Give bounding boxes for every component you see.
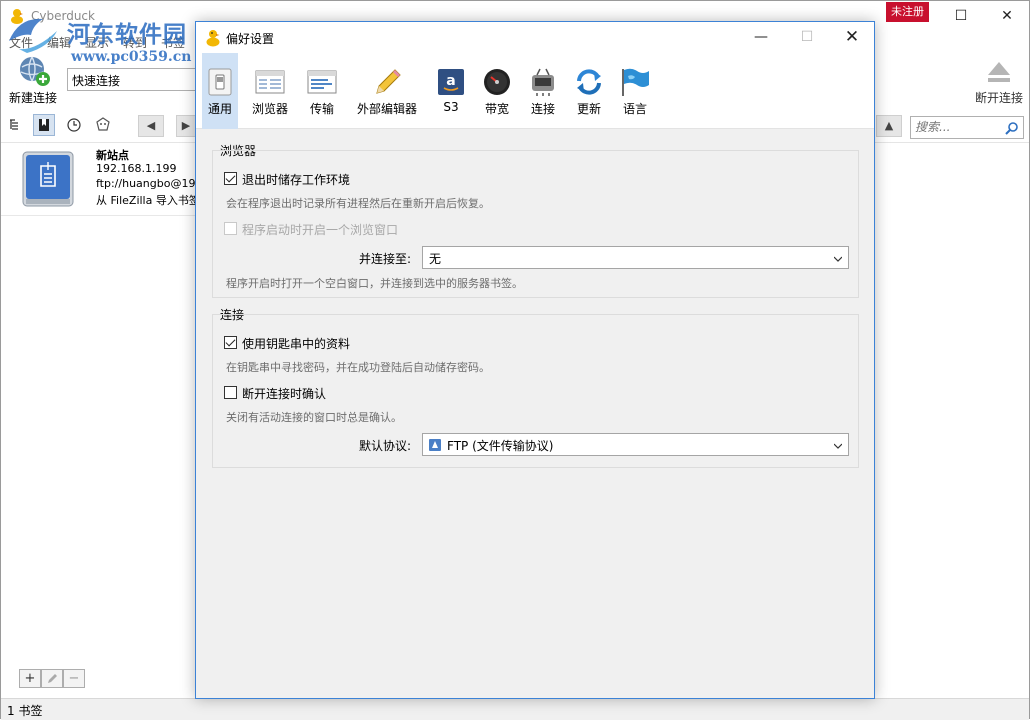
disconnect-label: 断开连接 [974, 91, 1023, 105]
connect-to-hint: 程序开启时打开一个空白窗口，并连接到选中的服务器书签。 [226, 277, 523, 290]
status-text: 1 书签 [7, 704, 43, 718]
preferences-close-button[interactable]: ✕ [829, 22, 875, 53]
menu-file[interactable]: 文件 [9, 34, 33, 51]
save-workspace-checkbox[interactable] [224, 172, 237, 185]
tab-bandwidth-label: 带宽 [484, 102, 509, 116]
nav-back-button[interactable]: ◀ [138, 115, 164, 137]
use-keychain-label[interactable]: 使用钥匙串中的资料 [242, 335, 350, 352]
pencil-small-icon [48, 674, 57, 683]
connect-to-select[interactable]: 无 [422, 246, 849, 269]
tab-update-label: 更新 [576, 102, 601, 116]
tab-connection-label: 连接 [530, 102, 555, 116]
amazon-s3-icon: a [438, 69, 464, 95]
menu-edit[interactable]: 编辑 [47, 34, 71, 51]
edit-bookmark-button[interactable] [41, 669, 63, 688]
open-browser-label[interactable]: 程序启动时开启一个浏览窗口 [242, 221, 398, 238]
search-box[interactable] [910, 116, 1024, 139]
default-protocol-label: 默认协议: [358, 439, 411, 453]
save-workspace-label[interactable]: 退出时储存工作环境 [242, 171, 350, 188]
preferences-maximize-button[interactable]: ☐ [784, 22, 830, 53]
new-connection-button[interactable]: 新建连接 [3, 53, 63, 107]
globe-add-icon [20, 56, 50, 86]
quick-connect-combo[interactable]: 快速连接 [67, 68, 201, 91]
chevron-down-icon [834, 443, 842, 449]
eject-icon [988, 62, 1010, 82]
bookmark-note: 从 FileZilla 导入书签 [96, 194, 200, 207]
preferences-title: 偏好设置 [226, 32, 275, 46]
nav-forward-button[interactable]: ▶ [176, 115, 196, 137]
connect-to-label: 并连接至: [358, 252, 411, 266]
network-icon [532, 68, 554, 96]
confirm-disconnect-label[interactable]: 断开连接时确认 [242, 385, 326, 402]
tab-update[interactable]: 更新 [572, 53, 606, 129]
main-maximize-button[interactable]: ☐ [938, 1, 984, 31]
search-icon [1005, 122, 1018, 135]
default-protocol-select[interactable]: FTP (文件传输协议) [422, 433, 849, 456]
disconnect-button[interactable]: 断开连接 [969, 55, 1029, 107]
tab-transfer[interactable]: 传输 [302, 53, 342, 129]
watermark-url: www.pc0359.cn [71, 49, 192, 65]
tab-general[interactable]: 通用 [202, 53, 238, 129]
menu-go[interactable]: 转到 [123, 34, 147, 51]
tab-external-editor-label: 外部编辑器 [356, 102, 417, 116]
preferences-minimize-button[interactable]: — [738, 22, 784, 53]
ftp-protocol-icon [429, 439, 441, 451]
tab-s3-label: S3 [443, 100, 459, 114]
tab-language-label: 语言 [622, 102, 647, 116]
bookmark-list-item[interactable]: 新站点 192.168.1.199 ftp://huangbo@19 从 Fil… [1, 144, 200, 216]
flag-icon [622, 68, 649, 96]
outline-view-icon[interactable] [5, 114, 27, 136]
new-connection-label: 新建连接 [8, 91, 57, 105]
tab-connection[interactable]: 连接 [526, 53, 560, 129]
tab-general-label: 通用 [207, 102, 232, 116]
ftp-drive-icon [22, 151, 74, 207]
bookmarks-view-icon[interactable] [33, 114, 55, 136]
tab-s3[interactable]: a S3 [434, 53, 468, 129]
svg-text:a: a [446, 73, 455, 89]
use-keychain-checkbox[interactable] [224, 336, 237, 349]
bookmark-url: ftp://huangbo@19 [96, 177, 196, 190]
connect-to-value: 无 [429, 252, 442, 266]
bookmark-name: 新站点 [96, 149, 129, 162]
unregistered-badge[interactable]: 未注册 [886, 2, 929, 22]
tab-browser[interactable]: 浏览器 [248, 53, 292, 129]
tab-browser-label: 浏览器 [251, 102, 288, 116]
bookmark-host: 192.168.1.199 [96, 162, 177, 175]
menu-view[interactable]: 显示 [85, 34, 109, 51]
main-close-button[interactable]: ✕ [984, 1, 1030, 31]
preferences-dialog: 偏好设置 — ☐ ✕ 通用 浏览器 传输 外部编辑器 a S3 带宽 连接 更新… [195, 21, 875, 699]
nav-up-button[interactable]: ▲ [876, 115, 902, 137]
pencil-icon [376, 69, 401, 94]
confirm-disconnect-checkbox[interactable] [224, 386, 237, 399]
delete-bookmark-button[interactable]: − [63, 669, 85, 688]
chevron-down-icon [834, 256, 842, 262]
confirm-disconnect-hint: 关闭有活动连接的窗口时总是确认。 [226, 411, 402, 424]
tab-external-editor[interactable]: 外部编辑器 [354, 53, 420, 129]
status-bar: 1 书签 [1, 698, 1029, 720]
tab-bandwidth[interactable]: 带宽 [480, 53, 514, 129]
menu-bookmarks[interactable]: 书签 [161, 34, 185, 51]
transfer-window-icon [307, 70, 337, 94]
refresh-icon [577, 69, 601, 95]
main-window-title: Cyberduck [31, 9, 95, 23]
open-browser-checkbox[interactable] [224, 222, 237, 235]
default-protocol-value: FTP (文件传输协议) [447, 439, 554, 453]
use-keychain-hint: 在钥匙串中寻找密码，并在成功登陆后自动储存密码。 [226, 361, 490, 374]
cyberduck-duck-icon [206, 30, 220, 47]
main-menubar: 文件 编辑 显示 转到 书签 [1, 31, 201, 51]
preferences-tabbar: 通用 浏览器 传输 外部编辑器 a S3 带宽 连接 更新 语言 [196, 53, 874, 129]
search-input[interactable] [915, 120, 1005, 134]
tab-transfer-label: 传输 [309, 102, 334, 116]
tab-language[interactable]: 语言 [618, 53, 652, 129]
cyberduck-logo-icon [11, 9, 23, 24]
switch-icon [208, 68, 232, 96]
bonjour-view-icon[interactable] [92, 114, 114, 136]
browser-window-icon [255, 70, 285, 94]
history-view-icon[interactable] [63, 114, 85, 136]
save-workspace-hint: 会在程序退出时记录所有进程然后在重新开启后恢复。 [226, 197, 490, 210]
speedometer-icon [484, 69, 510, 95]
add-bookmark-button[interactable]: + [19, 669, 41, 688]
preferences-titlebar: 偏好设置 — ☐ ✕ [196, 22, 874, 53]
